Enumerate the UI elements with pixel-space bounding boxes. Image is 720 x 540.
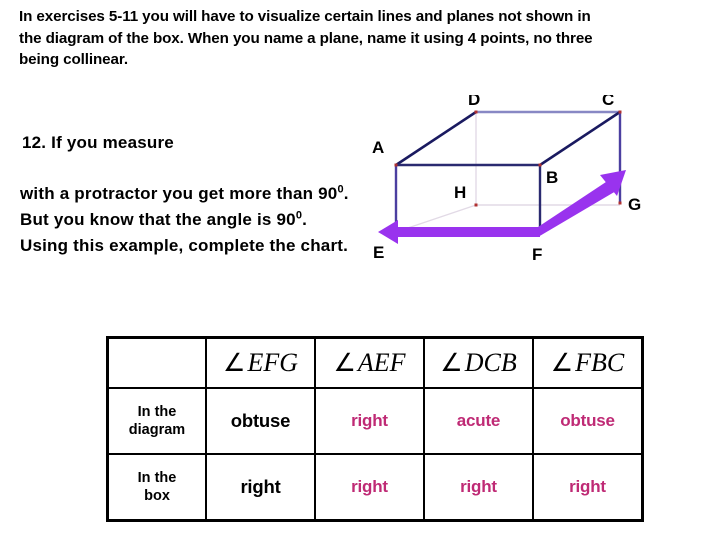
vertex-dot-C xyxy=(618,110,622,114)
table-header-row: ∠EFG ∠AEF ∠DCB ∠FBC xyxy=(106,336,644,389)
angle-symbol-icon: ∠ xyxy=(333,350,356,377)
vertex-dots xyxy=(394,110,622,234)
row-label-in-the-diagram: In the diagram xyxy=(106,387,207,455)
header-cell-angle-2: ∠AEF xyxy=(314,336,425,389)
arrow-head-left xyxy=(378,220,398,244)
edge-B-C xyxy=(539,110,621,167)
box-diagram-svg: A B C D E F G H xyxy=(372,95,641,264)
vertex-dot-A xyxy=(394,163,398,167)
row-label-line1: In the xyxy=(137,404,177,420)
cell-box-DCB[interactable]: right xyxy=(423,453,534,522)
vertex-dot-G xyxy=(618,201,622,205)
row-label-in-the-box: In the box xyxy=(106,453,207,522)
table-row: In the diagram obtuse right acute obtuse xyxy=(106,387,644,455)
angle-name-2: AEF xyxy=(357,348,406,377)
header-cell-angle-1: ∠EFG xyxy=(205,336,316,389)
hidden-edges xyxy=(395,112,620,233)
vertex-dot-H xyxy=(474,203,478,207)
cell-diagram-EFG[interactable]: obtuse xyxy=(205,387,316,455)
double-headed-arrow-EG xyxy=(378,170,626,244)
row-label-line2: box xyxy=(144,488,170,504)
question-number-line: 12. If you measure xyxy=(22,133,174,152)
row-label-line1: In the xyxy=(137,470,177,486)
table-row: In the box right right right right xyxy=(106,453,644,522)
cell-box-FBC[interactable]: right xyxy=(532,453,644,522)
arrow-shaft-EF xyxy=(398,227,540,237)
vertex-label-D: D xyxy=(468,95,480,109)
arrow-shaft-FG xyxy=(538,180,616,237)
cell-diagram-DCB[interactable]: acute xyxy=(423,387,534,455)
vertex-label-F: F xyxy=(532,245,542,264)
cell-diagram-AEF[interactable]: right xyxy=(314,387,425,455)
vertex-dot-B xyxy=(538,163,542,167)
cell-diagram-FBC[interactable]: obtuse xyxy=(532,387,644,455)
header-cell-blank xyxy=(106,336,207,389)
cell-box-AEF[interactable]: right xyxy=(314,453,425,522)
vertex-label-G: G xyxy=(628,195,641,214)
header-cell-angle-3: ∠DCB xyxy=(423,336,534,389)
vertex-label-E: E xyxy=(373,243,384,262)
angle-symbol-icon: ∠ xyxy=(440,350,463,377)
vertex-label-H: H xyxy=(454,183,466,202)
intro-paragraph: In exercises 5-11 you will have to visua… xyxy=(19,8,593,68)
question-body-part1: with a protractor you get more than 90 xyxy=(20,184,338,203)
angle-symbol-icon: ∠ xyxy=(223,350,246,377)
angle-symbol-icon: ∠ xyxy=(550,350,574,377)
vertex-label-B: B xyxy=(546,168,558,187)
question-body: with a protractor you get more than 900.… xyxy=(20,181,350,259)
angle-name-1: EFG xyxy=(247,348,298,377)
cell-box-EFG[interactable]: right xyxy=(205,453,316,522)
edge-A-D xyxy=(395,110,477,167)
box-diagram: A B C D E F G H xyxy=(360,95,720,285)
row-label-line2: diagram xyxy=(128,422,186,438)
header-cell-angle-4: ∠FBC xyxy=(532,336,644,389)
vertex-label-C: C xyxy=(602,95,614,109)
angle-classification-table: ∠EFG ∠AEF ∠DCB ∠FBC In the diagram obtus… xyxy=(106,336,644,522)
vertex-dot-D xyxy=(474,110,478,114)
angle-name-3: DCB xyxy=(464,348,517,377)
angle-name-4: FBC xyxy=(575,348,625,377)
vertex-label-A: A xyxy=(372,138,384,157)
